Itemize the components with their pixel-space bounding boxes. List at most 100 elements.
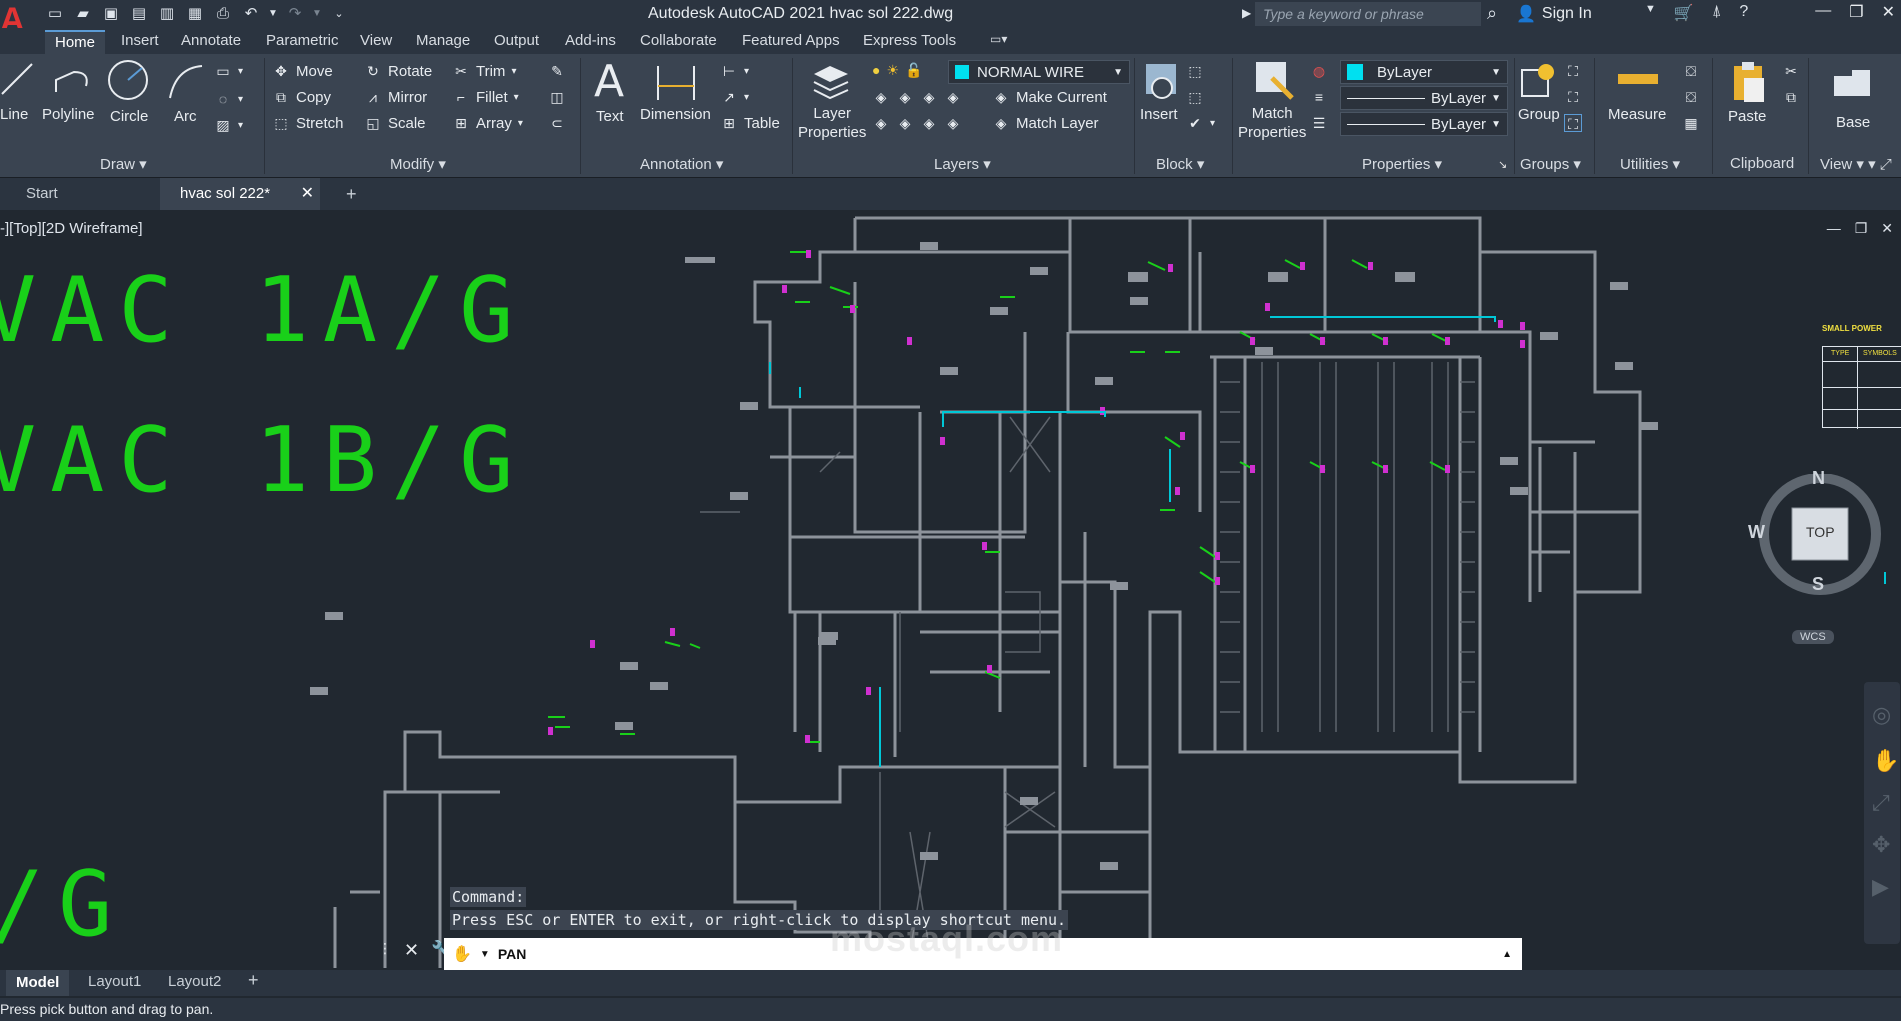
hatch-icon[interactable]: ◌ ▾	[214, 90, 243, 108]
tab-document[interactable]: hvac sol 222* ✕	[160, 178, 320, 210]
tab-add-ins[interactable]: Add-ins	[565, 32, 616, 49]
circle-button[interactable]: Circle	[110, 108, 148, 125]
text-icon[interactable]: A	[594, 56, 624, 107]
base-button[interactable]: Base	[1836, 114, 1870, 131]
rotate-button[interactable]: ↻ Rotate	[364, 62, 432, 80]
fillet-button[interactable]: ⌐ Fillet ▾	[452, 88, 519, 106]
layer-previous-icon[interactable]: ◈	[920, 114, 938, 132]
undo-dropdown-icon[interactable]: ▼	[268, 3, 278, 25]
tab-annotate[interactable]: Annotate	[181, 32, 241, 49]
erase-icon[interactable]: ✎	[548, 62, 566, 80]
paste-icon[interactable]	[1728, 58, 1768, 104]
group-edit-icon[interactable]: ⛶	[1564, 88, 1582, 106]
array-dropdown-icon[interactable]: ▾	[518, 118, 523, 129]
match-layer-button[interactable]: ◈ Match Layer	[992, 114, 1099, 132]
viewcube-top-face[interactable]: TOP	[1806, 524, 1835, 540]
pan-icon[interactable]: ✋	[1872, 748, 1899, 774]
base-view-icon[interactable]	[1830, 66, 1874, 100]
layer-properties-icon[interactable]	[808, 60, 852, 104]
ungroup-icon[interactable]: ⛶	[1564, 62, 1582, 80]
arc-button[interactable]: Arc	[174, 108, 197, 125]
polyline-button[interactable]: Polyline	[42, 106, 95, 123]
tab-output[interactable]: Output	[494, 32, 539, 49]
layer-dropdown[interactable]: NORMAL WIRE ▼	[948, 60, 1130, 84]
layers-panel-title[interactable]: Layers ▾	[934, 155, 991, 173]
group-icon[interactable]	[1518, 60, 1562, 104]
tab-collaborate[interactable]: Collaborate	[640, 32, 717, 49]
insert-button[interactable]: Insert	[1140, 106, 1178, 123]
make-current-button[interactable]: ◈ Make Current	[992, 88, 1107, 106]
mirror-button[interactable]: ⩘ Mirror	[364, 88, 427, 106]
close-icon[interactable]: ✕	[1882, 2, 1895, 22]
layer-off-icon[interactable]: ◈	[920, 88, 938, 106]
color-wheel-icon[interactable]: ◍	[1310, 62, 1328, 80]
tab-view[interactable]: View	[360, 32, 392, 49]
minimize-icon[interactable]: —	[1815, 2, 1831, 22]
insert-block-icon[interactable]	[1140, 58, 1184, 104]
tab-featured-apps[interactable]: Featured Apps	[742, 32, 840, 49]
layer-unlock-icon[interactable]: 🔓	[905, 62, 922, 79]
groups-panel-title[interactable]: Groups ▾	[1520, 155, 1581, 173]
steering-wheel-icon[interactable]: ◎	[1872, 702, 1891, 728]
recent-commands-dropdown-icon[interactable]: ▼	[480, 949, 490, 960]
group-button[interactable]: Group	[1518, 106, 1560, 123]
trim-dropdown-icon[interactable]: ▾	[511, 66, 516, 77]
line-icon[interactable]	[0, 58, 36, 98]
tab-manage[interactable]: Manage	[416, 32, 470, 49]
edit-attributes-icon[interactable]: ✔ ▾	[1186, 114, 1215, 132]
select-all-icon[interactable]: ⛋	[1682, 88, 1700, 106]
lineweight-dropdown[interactable]: ByLayer ▼	[1340, 112, 1508, 136]
open-web-icon[interactable]: ▥	[156, 3, 178, 25]
utilities-panel-title[interactable]: Utilities ▾	[1620, 155, 1680, 173]
measure-button[interactable]: Measure	[1608, 106, 1666, 123]
calculator-icon[interactable]: ▦	[1682, 114, 1700, 132]
command-grip-icon[interactable]: ⋮	[378, 940, 392, 961]
modify-panel-title[interactable]: Modify ▾	[390, 155, 446, 173]
dimension-icon[interactable]	[654, 60, 698, 104]
table-button[interactable]: ⊞ Table	[720, 114, 780, 132]
annotation-panel-title[interactable]: Annotation ▾	[640, 155, 723, 173]
command-history-expand-icon[interactable]: ▲	[1502, 949, 1512, 960]
draw-panel-title[interactable]: Draw ▾	[100, 155, 147, 173]
layer-lock-icon[interactable]: ◈	[944, 88, 962, 106]
new-file-icon[interactable]: ▭	[44, 3, 66, 25]
layer-match-icon[interactable]: ◈	[896, 114, 914, 132]
move-button[interactable]: ✥ Move	[272, 62, 333, 80]
properties-panel-title[interactable]: Properties ▾	[1362, 155, 1442, 173]
scale-button[interactable]: ◱ Scale	[364, 114, 425, 132]
autodesk-app-icon[interactable]: ⍋	[1712, 3, 1722, 23]
line-button[interactable]: Line	[0, 106, 28, 123]
explode-icon[interactable]: ◫	[548, 88, 566, 106]
cart-icon[interactable]: 🛒	[1674, 3, 1694, 23]
layer-isolate-icon[interactable]: ◈	[872, 88, 890, 106]
redo-icon[interactable]: ↷	[284, 3, 306, 25]
compass-south[interactable]: S	[1812, 574, 1824, 595]
rectangle-icon[interactable]: ▭ ▾	[214, 62, 243, 80]
search-icon[interactable]: ⌕	[1487, 3, 1497, 24]
match-properties-button[interactable]: Match Properties	[1238, 104, 1306, 142]
trim-button[interactable]: ✂ Trim ▾	[452, 62, 516, 80]
properties-dialog-launcher-icon[interactable]: ↘	[1498, 158, 1507, 171]
search-input[interactable]: Type a keyword or phrase	[1255, 2, 1481, 26]
cut-icon[interactable]: ✂	[1782, 62, 1800, 80]
stretch-button[interactable]: ⬚ Stretch	[272, 114, 343, 132]
zoom-extents-icon[interactable]: ⤢	[1872, 790, 1890, 816]
tab-express-tools[interactable]: Express Tools	[863, 32, 956, 49]
save-web-icon[interactable]: ▦	[184, 3, 206, 25]
sign-in-dropdown-icon[interactable]: ▼	[1645, 3, 1656, 23]
leader-icon[interactable]: ↗ ▾	[720, 88, 749, 106]
layer-unisolate-icon[interactable]: ◈	[896, 88, 914, 106]
lineweight-icon[interactable]: ☰	[1310, 114, 1328, 132]
match-properties-icon[interactable]	[1252, 58, 1296, 104]
measure-icon[interactable]	[1616, 66, 1660, 96]
dimension-button[interactable]: Dimension	[640, 106, 711, 123]
plot-icon[interactable]: ⎙	[212, 3, 234, 25]
tab-start[interactable]: Start	[6, 178, 166, 210]
new-tab-icon[interactable]: +	[326, 178, 377, 210]
clipboard-panel-title[interactable]: Clipboard	[1730, 155, 1794, 172]
copy-button[interactable]: ⧉ Copy	[272, 88, 331, 106]
layer-properties-button[interactable]: Layer Properties	[798, 104, 866, 142]
tab-layout2[interactable]: Layout2	[168, 973, 221, 990]
create-block-icon[interactable]: ⬚	[1186, 62, 1204, 80]
tab-layout1[interactable]: Layout1	[88, 973, 141, 990]
